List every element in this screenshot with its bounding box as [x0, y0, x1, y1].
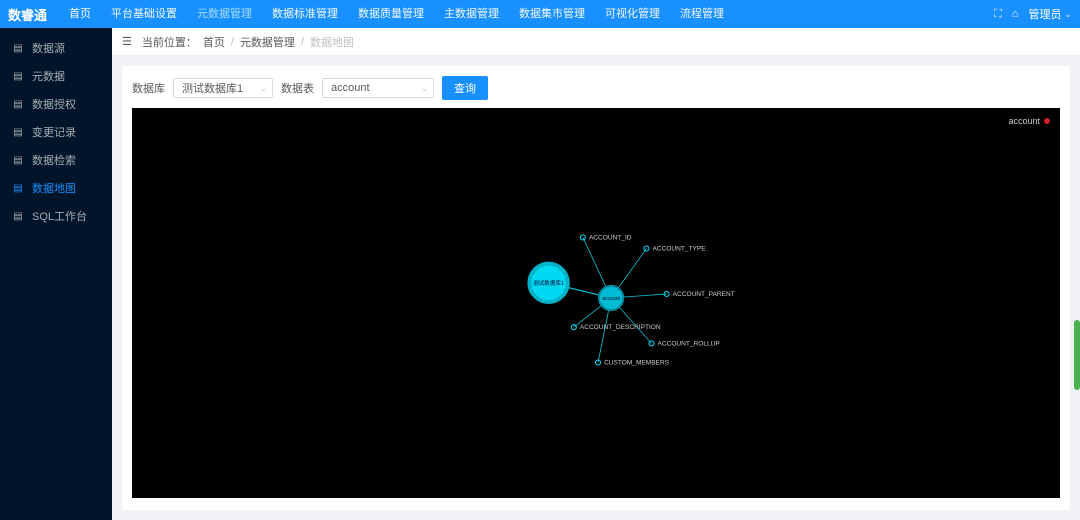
sidebar-item-label: SQL工作台: [32, 208, 87, 224]
nav-item-3[interactable]: 数据标准管理: [262, 0, 348, 28]
chevron-down-icon: ⌄: [1064, 9, 1072, 20]
separator: /: [301, 36, 304, 48]
sidebar-item-label: 数据检索: [32, 152, 76, 168]
svg-text:ACCOUNT_ID: ACCOUNT_ID: [589, 234, 632, 241]
file-icon: ▤: [12, 70, 24, 82]
sidebar-item-label: 数据源: [32, 40, 65, 56]
top-nav: 首页平台基础设置元数据管理数据标准管理数据质量管理主数据管理数据集市管理可视化管…: [59, 0, 994, 28]
nav-item-7[interactable]: 可视化管理: [595, 0, 670, 28]
sidebar-item-3[interactable]: ▤ 变更记录: [0, 118, 112, 146]
breadcrumb: ☰ 当前位置： 首页 / 元数据管理 / 数据地图: [112, 28, 1080, 56]
svg-text:CUSTOM_MEMBERS: CUSTOM_MEMBERS: [604, 360, 670, 367]
home-icon[interactable]: ⌂: [1012, 8, 1019, 20]
app-logo: 数睿通: [8, 5, 47, 24]
file-icon: ▤: [12, 182, 24, 194]
sidebar-item-label: 元数据: [32, 68, 65, 84]
svg-text:ACCOUNT_PARENT: ACCOUNT_PARENT: [673, 291, 735, 298]
svg-text:account: account: [602, 296, 620, 302]
svg-text:ACCOUNT_TYPE: ACCOUNT_TYPE: [652, 246, 706, 253]
sidebar: ▤ 数据源 ▤ 元数据 ▤ 数据授权 ▤ 变更记录 ▤ 数据检索 ▤ 数据地图 ▤ SQL工作台: [0, 28, 112, 520]
nav-item-6[interactable]: 数据集市管理: [509, 0, 595, 28]
content-panel: 数据库 ⌄ 数据表 ⌄ 查询 account: [122, 66, 1070, 510]
sidebar-item-5[interactable]: ▤ 数据地图: [0, 174, 112, 202]
file-icon: ▤: [12, 154, 24, 166]
sidebar-item-label: 数据授权: [32, 96, 76, 112]
query-button[interactable]: 查询: [442, 76, 488, 100]
sidebar-item-2[interactable]: ▤ 数据授权: [0, 90, 112, 118]
file-icon: ▤: [12, 42, 24, 54]
table-label: 数据表: [281, 80, 314, 96]
svg-text:测试数据库1: 测试数据库1: [533, 279, 564, 287]
nav-item-5[interactable]: 主数据管理: [434, 0, 509, 28]
file-icon: ▤: [12, 210, 24, 222]
nav-item-4[interactable]: 数据质量管理: [348, 0, 434, 28]
database-select[interactable]: ⌄: [173, 78, 273, 98]
nav-item-8[interactable]: 流程管理: [670, 0, 734, 28]
sidebar-item-1[interactable]: ▤ 元数据: [0, 62, 112, 90]
breadcrumb-label: 当前位置：: [142, 34, 197, 50]
breadcrumb-item[interactable]: 元数据管理: [240, 34, 295, 50]
sidebar-item-label: 数据地图: [32, 180, 76, 196]
graph-canvas[interactable]: account: [132, 108, 1060, 498]
svg-text:ACCOUNT_ROLLUP: ACCOUNT_ROLLUP: [658, 340, 721, 347]
sidebar-item-4[interactable]: ▤ 数据检索: [0, 146, 112, 174]
node-database: 测试数据库1: [529, 264, 567, 302]
nav-item-1[interactable]: 平台基础设置: [101, 0, 187, 28]
table-input[interactable]: [322, 78, 434, 98]
nav-item-2[interactable]: 元数据管理: [187, 0, 262, 28]
file-icon: ▤: [12, 126, 24, 138]
svg-text:ACCOUNT_DESCRIPTION: ACCOUNT_DESCRIPTION: [580, 324, 661, 331]
breadcrumb-item[interactable]: 首页: [203, 34, 225, 50]
breadcrumb-current: 数据地图: [310, 34, 354, 50]
node-table: account: [599, 286, 623, 310]
user-label: 管理员: [1028, 6, 1061, 22]
table-select[interactable]: ⌄: [322, 78, 434, 98]
expand-icon[interactable]: ⛶: [994, 8, 1002, 21]
sidebar-item-label: 变更记录: [32, 124, 76, 140]
user-menu[interactable]: 管理员 ⌄: [1028, 6, 1072, 22]
sidebar-item-0[interactable]: ▤ 数据源: [0, 34, 112, 62]
filter-row: 数据库 ⌄ 数据表 ⌄ 查询: [132, 76, 1060, 100]
menu-toggle-icon[interactable]: ☰: [122, 35, 132, 48]
database-input[interactable]: [173, 78, 273, 98]
graph-svg: 测试数据库1 account ACCOUNT_ID ACCOUNT_TYPE: [132, 108, 1060, 498]
separator: /: [231, 36, 234, 48]
sidebar-item-6[interactable]: ▤ SQL工作台: [0, 202, 112, 230]
database-label: 数据库: [132, 80, 165, 96]
file-icon: ▤: [12, 98, 24, 110]
scroll-thumb[interactable]: [1074, 320, 1080, 390]
nav-item-0[interactable]: 首页: [59, 0, 101, 28]
